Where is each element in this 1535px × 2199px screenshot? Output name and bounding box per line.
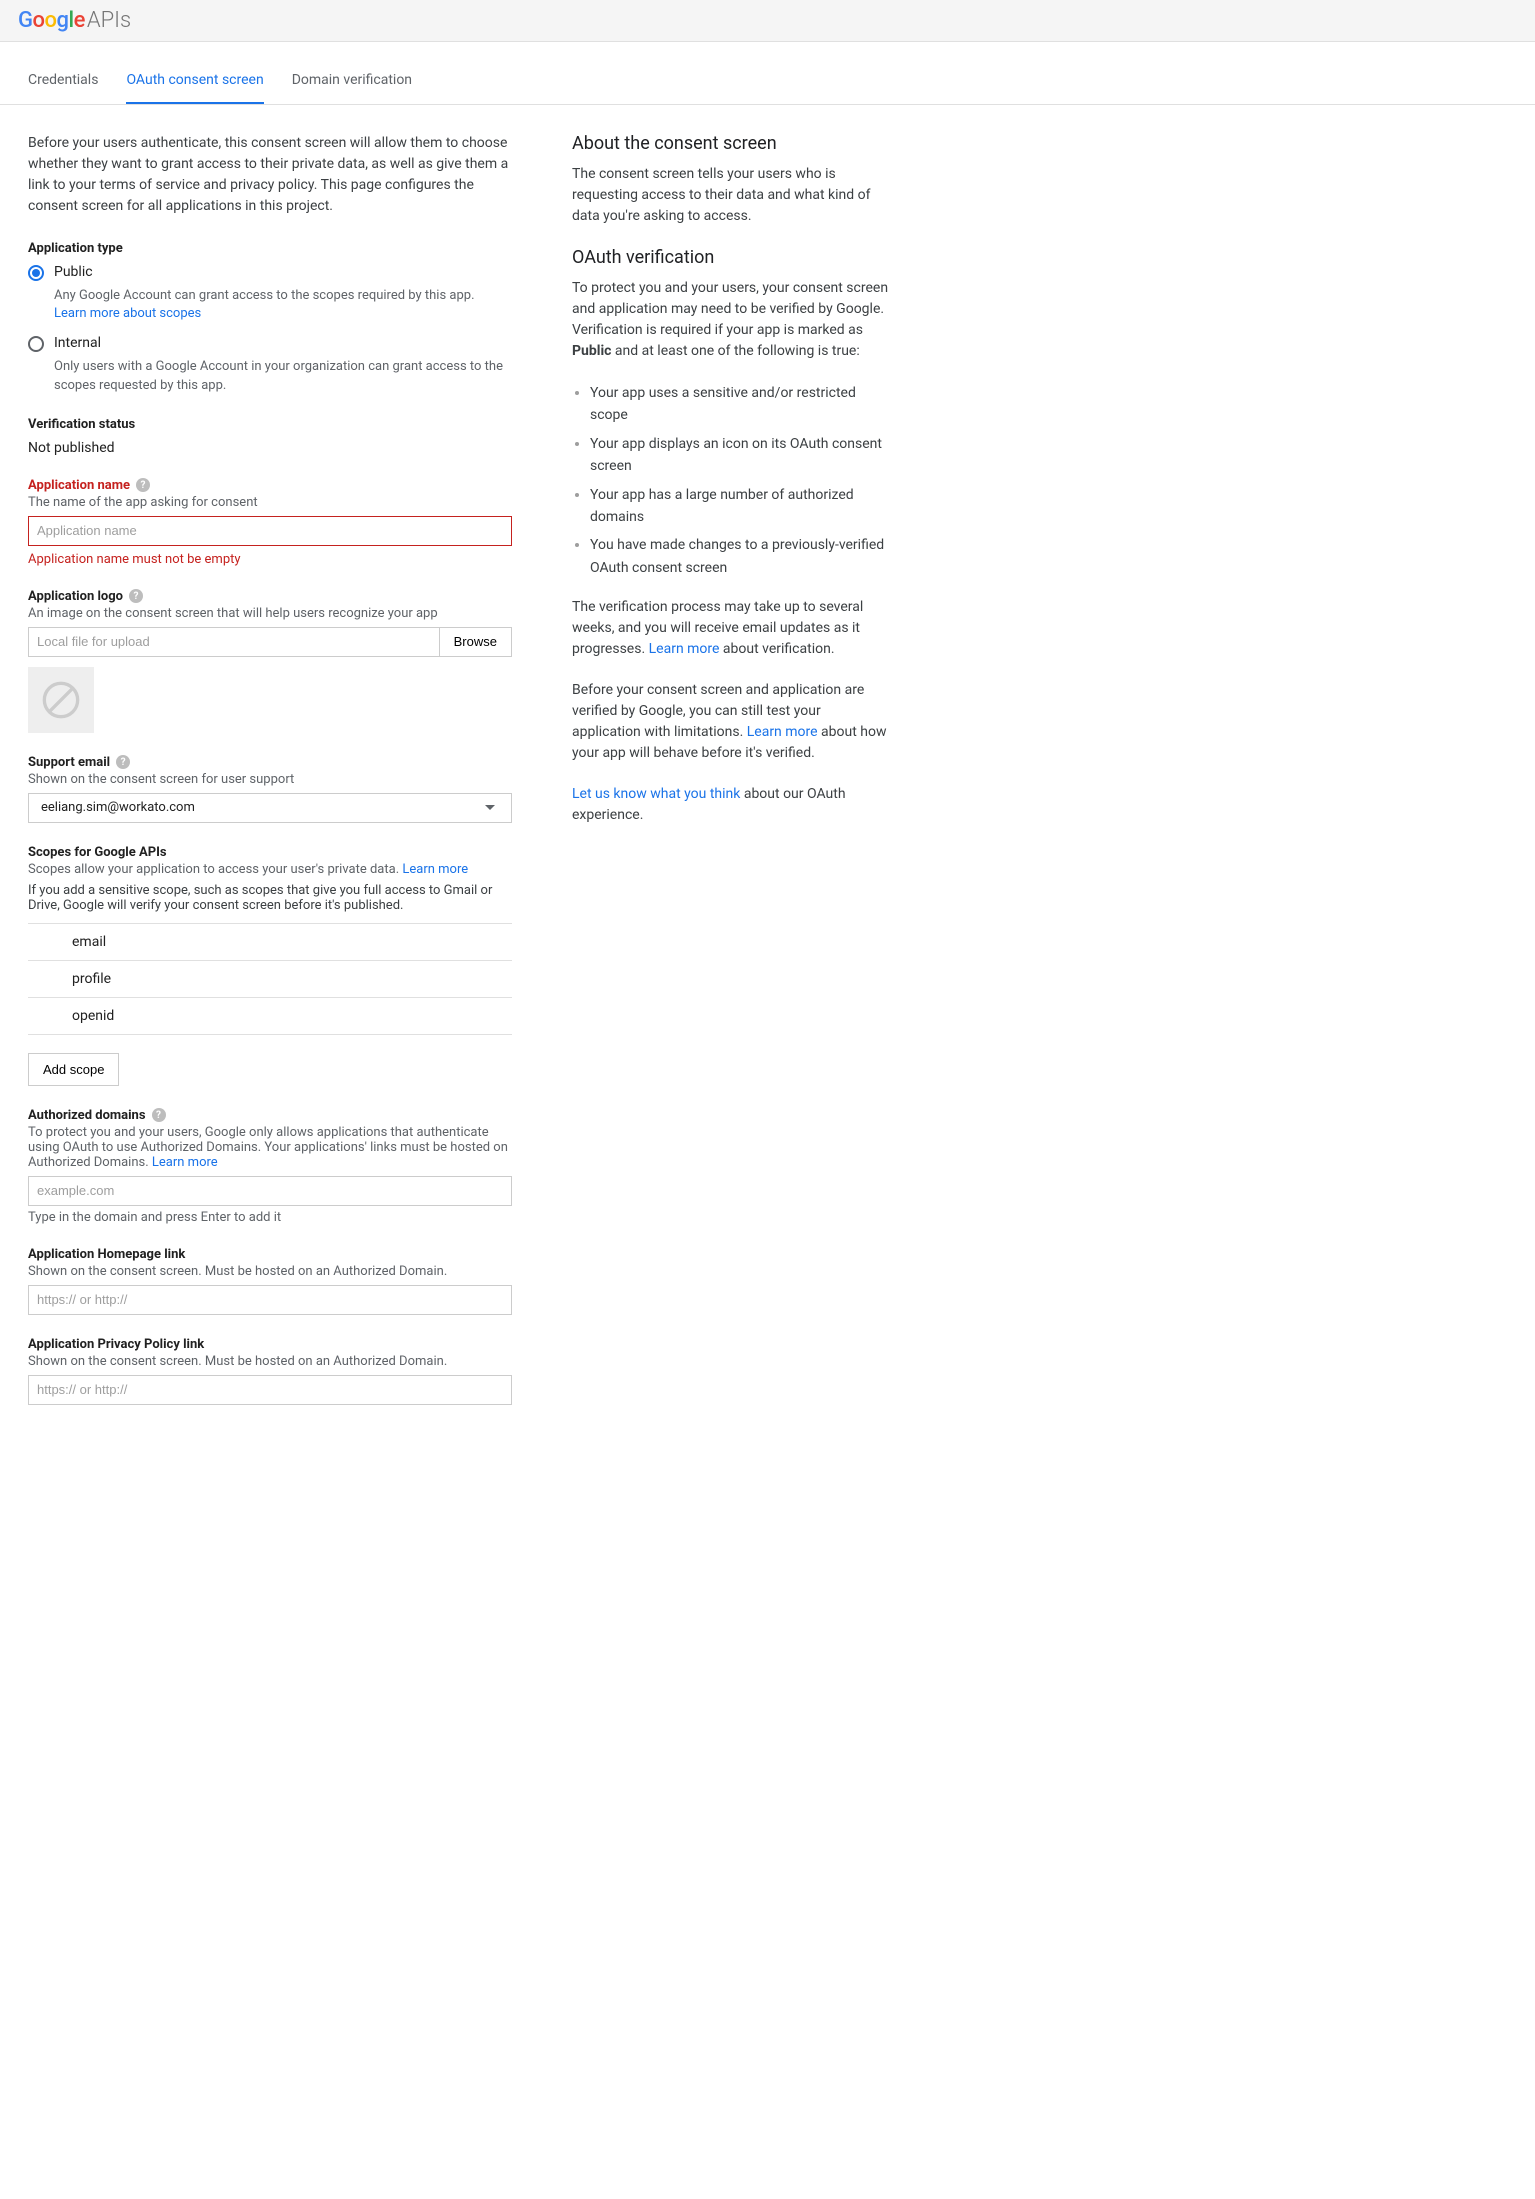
verify-learn-more-link-1[interactable]: Learn more xyxy=(649,641,720,657)
authorized-domains-hint: Type in the domain and press Enter to ad… xyxy=(28,1210,512,1225)
tabs: Credentials OAuth consent screen Domain … xyxy=(0,58,1535,105)
help-icon[interactable]: ? xyxy=(129,589,143,603)
scope-item[interactable]: openid xyxy=(28,998,512,1035)
scopes-desc-text-1: Scopes allow your application to access … xyxy=(28,862,402,877)
verify-p2: The verification process may take up to … xyxy=(572,597,892,660)
radio-internal-desc: Only users with a Google Account in your… xyxy=(54,358,512,394)
verify-intro-bold: Public xyxy=(572,343,611,359)
radio-internal[interactable] xyxy=(28,336,44,352)
support-email-label-text: Support email xyxy=(28,755,110,770)
app-name-desc: The name of the app asking for consent xyxy=(28,495,512,510)
verify-bullet: Your app has a large number of authorize… xyxy=(590,484,892,529)
intro-text: Before your users authenticate, this con… xyxy=(28,133,512,217)
chevron-down-icon xyxy=(485,805,495,810)
scope-item[interactable]: profile xyxy=(28,961,512,998)
authorized-domain-input[interactable] xyxy=(28,1176,512,1206)
application-type-title: Application type xyxy=(28,241,512,256)
logo-placeholder xyxy=(28,667,94,733)
google-logo: Google xyxy=(18,8,85,33)
about-text: The consent screen tells your users who … xyxy=(572,164,892,227)
radio-public-label[interactable]: Public xyxy=(54,264,93,280)
verify-p4: Let us know what you think about our OAu… xyxy=(572,784,892,826)
app-logo-label: Application logo ? xyxy=(28,589,512,604)
privacy-link-desc: Shown on the consent screen. Must be hos… xyxy=(28,1354,512,1369)
app-logo-label-text: Application logo xyxy=(28,589,123,604)
brand-suffix: APIs xyxy=(87,8,131,33)
scopes-desc-2: If you add a sensitive scope, such as sc… xyxy=(28,883,512,913)
help-icon[interactable]: ? xyxy=(116,755,130,769)
authorized-domains-desc-text: To protect you and your users, Google on… xyxy=(28,1125,508,1170)
tab-domain-verification[interactable]: Domain verification xyxy=(292,58,412,104)
app-name-input[interactable] xyxy=(28,516,512,546)
homepage-link-label: Application Homepage link xyxy=(28,1247,512,1262)
support-email-label: Support email ? xyxy=(28,755,512,770)
scopes-learn-more-link[interactable]: Learn more xyxy=(402,862,468,877)
authorized-domains-label: Authorized domains ? xyxy=(28,1108,512,1123)
tab-credentials[interactable]: Credentials xyxy=(28,58,98,104)
authorized-domains-learn-more-link[interactable]: Learn more xyxy=(152,1155,218,1170)
help-icon[interactable]: ? xyxy=(152,1108,166,1122)
help-icon[interactable]: ? xyxy=(136,478,150,492)
app-name-label-text: Application name xyxy=(28,478,130,493)
app-logo-desc: An image on the consent screen that will… xyxy=(28,606,512,621)
app-name-label: Application name ? xyxy=(28,478,512,493)
verify-learn-more-link-2[interactable]: Learn more xyxy=(747,724,818,740)
authorized-domains-label-text: Authorized domains xyxy=(28,1108,146,1123)
learn-more-scopes-link[interactable]: Learn more about scopes xyxy=(54,306,201,321)
verify-p3: Before your consent screen and applicati… xyxy=(572,680,892,764)
add-scope-button[interactable]: Add scope xyxy=(28,1053,119,1086)
topbar: Google APIs xyxy=(0,0,1535,42)
verification-status-value: Not published xyxy=(28,440,512,456)
scope-item[interactable]: email xyxy=(28,924,512,961)
support-email-desc: Shown on the consent screen for user sup… xyxy=(28,772,512,787)
verify-intro-2: and at least one of the following is tru… xyxy=(611,343,859,359)
scopes-desc: Scopes allow your application to access … xyxy=(28,862,512,877)
app-name-error: Application name must not be empty xyxy=(28,552,512,567)
privacy-link-label: Application Privacy Policy link xyxy=(28,1337,512,1352)
support-email-value: eeliang.sim@workato.com xyxy=(37,800,195,815)
homepage-link-desc: Shown on the consent screen. Must be hos… xyxy=(28,1264,512,1279)
app-logo-file-input[interactable] xyxy=(28,627,439,657)
radio-internal-label[interactable]: Internal xyxy=(54,335,101,351)
radio-public-desc: Any Google Account can grant access to t… xyxy=(54,287,512,323)
verify-bullet: Your app uses a sensitive and/or restric… xyxy=(590,382,892,427)
feedback-link[interactable]: Let us know what you think xyxy=(572,786,740,802)
verify-bullet: Your app displays an icon on its OAuth c… xyxy=(590,433,892,478)
verify-bullets: Your app uses a sensitive and/or restric… xyxy=(572,382,892,579)
no-image-icon xyxy=(41,680,81,720)
about-title: About the consent screen xyxy=(572,133,892,154)
homepage-link-input[interactable] xyxy=(28,1285,512,1315)
scope-list: email profile openid xyxy=(28,923,512,1035)
scopes-label: Scopes for Google APIs xyxy=(28,845,512,860)
verify-intro-1: To protect you and your users, your cons… xyxy=(572,280,888,338)
verify-p2-b: about verification. xyxy=(719,641,834,657)
radio-public-desc-text: Any Google Account can grant access to t… xyxy=(54,288,475,303)
radio-public[interactable] xyxy=(28,265,44,281)
tab-oauth-consent[interactable]: OAuth consent screen xyxy=(126,58,263,104)
privacy-link-input[interactable] xyxy=(28,1375,512,1405)
verification-status-title: Verification status xyxy=(28,417,512,432)
browse-button[interactable]: Browse xyxy=(439,627,512,657)
verify-intro: To protect you and your users, your cons… xyxy=(572,278,892,362)
verify-bullet: You have made changes to a previously-ve… xyxy=(590,534,892,579)
verify-title: OAuth verification xyxy=(572,247,892,268)
support-email-select[interactable]: eeliang.sim@workato.com xyxy=(28,793,512,823)
authorized-domains-desc: To protect you and your users, Google on… xyxy=(28,1125,512,1170)
